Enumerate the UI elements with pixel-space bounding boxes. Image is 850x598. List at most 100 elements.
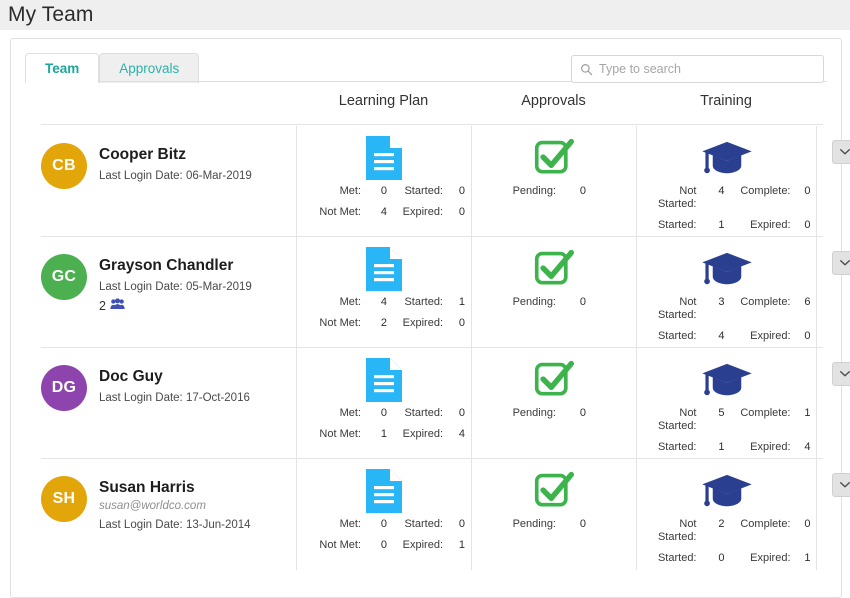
column-header-approvals: Approvals bbox=[521, 93, 586, 109]
approvals-cell: Pending: 0 bbox=[471, 459, 636, 570]
value-not-met: 1 bbox=[380, 428, 387, 440]
learning-plan-cell: Met: 0 Started: 0 Not Met: 0 Expired: 1 bbox=[296, 459, 471, 570]
training-stats: Not Started: 5 Complete: 1 Started: 1 Expired:… bbox=[643, 407, 811, 454]
approvals-cell: Pending: 0 bbox=[471, 348, 636, 458]
value-not-started: 3 bbox=[718, 296, 725, 308]
value-started: 4 bbox=[718, 330, 725, 342]
person-name[interactable]: Cooper Bitz bbox=[99, 145, 252, 165]
value-started: 0 bbox=[718, 552, 725, 564]
value-expired: 1 bbox=[804, 552, 811, 564]
person-info: Grayson Chandler Last Login Date: 05-Mar-… bbox=[87, 254, 252, 313]
person-info: Doc Guy Last Login Date: 17-Oct-2016 bbox=[87, 365, 250, 407]
avatar: CB bbox=[41, 143, 87, 189]
value-met: 4 bbox=[380, 296, 387, 308]
learning-plan-stats: Met: 0 Started: 0 Not Met: 0 Expired: 1 bbox=[303, 518, 465, 552]
value-not-started: 5 bbox=[718, 407, 725, 419]
label-started: Started: bbox=[657, 441, 697, 453]
learning-plan-cell: Met: 4 Started: 1 Not Met: 2 Expired: 0 bbox=[296, 237, 471, 347]
page-header: My Team bbox=[0, 0, 850, 30]
avatar: SH bbox=[41, 476, 87, 522]
value-not-met: 2 bbox=[380, 317, 387, 329]
person-cell: DG Doc Guy Last Login Date: 17-Oct-2016 bbox=[41, 348, 296, 458]
document-icon[interactable] bbox=[364, 245, 404, 292]
expand-row-button[interactable] bbox=[832, 251, 850, 275]
label-started: Started: bbox=[657, 219, 697, 231]
value-met: 0 bbox=[380, 518, 387, 530]
label-expired: Expired: bbox=[402, 206, 443, 218]
expand-row-button[interactable] bbox=[832, 140, 850, 164]
label-pending: Pending: bbox=[512, 296, 556, 308]
table-row: GC Grayson Chandler Last Login Date: 05-Ma… bbox=[41, 237, 850, 348]
search-input[interactable] bbox=[599, 62, 815, 76]
value-complete: 0 bbox=[804, 518, 811, 530]
learning-plan-stats: Met: 4 Started: 1 Not Met: 2 Expired: 0 bbox=[303, 296, 465, 330]
value-started: 0 bbox=[458, 407, 465, 419]
value-complete: 0 bbox=[804, 185, 811, 197]
person-last-login: Last Login Date: 17-Oct-2016 bbox=[99, 392, 250, 404]
approvals-stats: Pending: 0 bbox=[498, 296, 586, 309]
chevron-down-icon bbox=[839, 476, 850, 494]
avatar-initials: GC bbox=[51, 268, 77, 285]
graduation-cap-icon[interactable] bbox=[700, 467, 754, 514]
row-actions-cell bbox=[816, 348, 850, 458]
label-complete: Complete: bbox=[740, 518, 791, 530]
label-started: Started: bbox=[657, 552, 697, 564]
learning-plan-stats: Met: 0 Started: 0 Not Met: 1 Expired: 4 bbox=[303, 407, 465, 441]
approvals-stats: Pending: 0 bbox=[498, 407, 586, 420]
label-not-started: Not Started: bbox=[657, 296, 697, 321]
person-info: Cooper Bitz Last Login Date: 06-Mar-2019 bbox=[87, 143, 252, 185]
label-started: Started: bbox=[404, 407, 443, 419]
checkbox-check-icon[interactable] bbox=[534, 245, 574, 292]
document-icon[interactable] bbox=[364, 356, 404, 403]
avatar-initials: SH bbox=[52, 490, 76, 507]
person-group-count[interactable]: 2 bbox=[99, 298, 252, 313]
value-started: 1 bbox=[458, 296, 465, 308]
person-name[interactable]: Doc Guy bbox=[99, 367, 250, 387]
person-name[interactable]: Grayson Chandler bbox=[99, 256, 252, 276]
label-met: Met: bbox=[339, 296, 361, 308]
checkbox-check-icon[interactable] bbox=[534, 467, 574, 514]
label-started: Started: bbox=[404, 185, 443, 197]
training-cell: Not Started: 4 Complete: 0 Started: 1 Expired:… bbox=[636, 126, 816, 236]
value-met: 0 bbox=[380, 185, 387, 197]
person-last-login: Last Login Date: 06-Mar-2019 bbox=[99, 170, 252, 182]
checkbox-check-icon[interactable] bbox=[534, 356, 574, 403]
learning-plan-cell: Met: 0 Started: 0 Not Met: 4 Expired: 0 bbox=[296, 126, 471, 236]
training-stats: Not Started: 4 Complete: 0 Started: 1 Expired:… bbox=[643, 185, 811, 232]
tab-team[interactable]: Team bbox=[25, 53, 100, 83]
label-complete: Complete: bbox=[740, 296, 791, 308]
value-pending: 0 bbox=[579, 518, 586, 530]
value-not-started: 2 bbox=[718, 518, 725, 530]
value-expired: 4 bbox=[458, 428, 465, 440]
table-row: DG Doc Guy Last Login Date: 17-Oct-2016 Met… bbox=[41, 348, 850, 459]
graduation-cap-icon[interactable] bbox=[700, 245, 754, 292]
group-count-value: 2 bbox=[99, 298, 106, 313]
document-icon[interactable] bbox=[364, 467, 404, 514]
value-complete: 1 bbox=[804, 407, 811, 419]
training-cell: Not Started: 2 Complete: 0 Started: 0 Expired:… bbox=[636, 459, 816, 570]
value-started: 1 bbox=[718, 441, 725, 453]
checkbox-check-icon[interactable] bbox=[534, 134, 574, 181]
graduation-cap-icon[interactable] bbox=[700, 356, 754, 403]
expand-row-button[interactable] bbox=[832, 362, 850, 386]
search-box[interactable] bbox=[571, 55, 824, 83]
label-expired: Expired: bbox=[402, 428, 443, 440]
label-started: Started: bbox=[404, 518, 443, 530]
person-cell: CB Cooper Bitz Last Login Date: 06-Mar-201… bbox=[41, 126, 296, 236]
expand-row-button[interactable] bbox=[832, 473, 850, 497]
person-email: susan@worldco.com bbox=[99, 500, 206, 512]
document-icon[interactable] bbox=[364, 134, 404, 181]
value-expired: 0 bbox=[458, 206, 465, 218]
label-met: Met: bbox=[339, 518, 361, 530]
label-started: Started: bbox=[404, 296, 443, 308]
value-not-met: 4 bbox=[380, 206, 387, 218]
label-met: Met: bbox=[339, 185, 361, 197]
label-started: Started: bbox=[657, 330, 697, 342]
toolbar: Team Approvals bbox=[11, 39, 841, 83]
person-last-login: Last Login Date: 13-Jun-2014 bbox=[99, 519, 251, 531]
tab-approvals[interactable]: Approvals bbox=[99, 53, 200, 83]
person-name[interactable]: Susan Harris bbox=[99, 478, 251, 498]
graduation-cap-icon[interactable] bbox=[700, 134, 754, 181]
person-last-login: Last Login Date: 05-Mar-2019 bbox=[99, 281, 252, 293]
person-cell: GC Grayson Chandler Last Login Date: 05-Ma… bbox=[41, 237, 296, 347]
